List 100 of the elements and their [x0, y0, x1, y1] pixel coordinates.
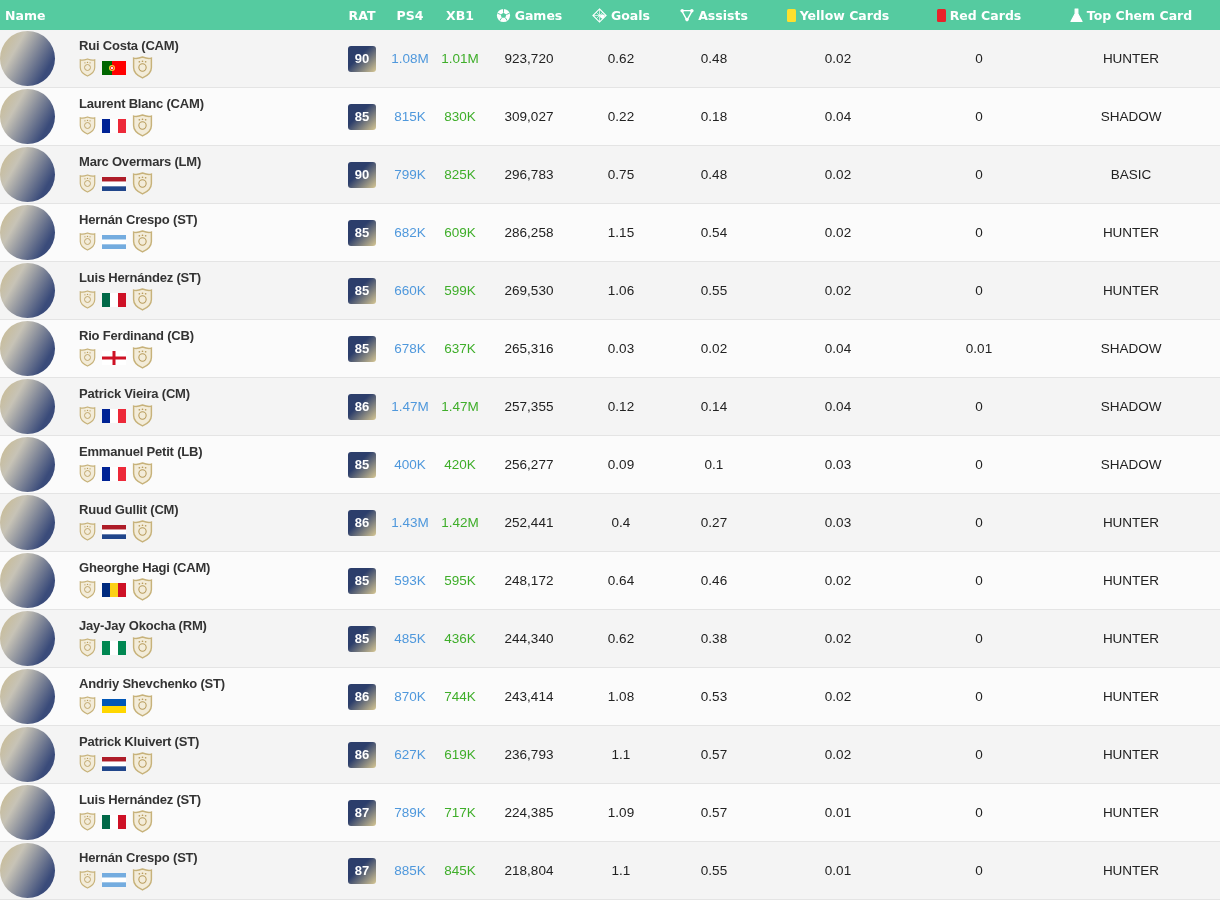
- booking-card-icon: [786, 8, 796, 22]
- photo-placeholder: [0, 31, 55, 86]
- chem-style: SHADOW: [1099, 457, 1163, 472]
- games-count: 286,258: [503, 225, 555, 240]
- player-row[interactable]: Hernán Crespo (ST) 87 885K 845K 218,804 1.1 0.55 0.01 0 HUNTER: [0, 842, 1220, 900]
- rating-badge: 85: [348, 625, 376, 652]
- photo-placeholder: [0, 205, 55, 260]
- bookings-value: 0.03: [823, 515, 853, 530]
- sendings-off-value: 0: [974, 747, 984, 762]
- player-row[interactable]: Hernán Crespo (ST) 85 682K 609K 286,258 1.15 0.54 0.02 0 HUNTER: [0, 204, 1220, 262]
- player-name[interactable]: Marc Overmars (LM): [79, 154, 202, 169]
- bookings-value: 0.02: [823, 631, 853, 646]
- player-name[interactable]: Rio Ferdinand (CB): [79, 328, 194, 343]
- icon-badge-icon: [79, 696, 96, 715]
- player-name[interactable]: Emmanuel Petit (LB): [79, 444, 203, 459]
- icon-badge-icon: [79, 406, 96, 425]
- sendings-off-value: 0.01: [964, 341, 994, 356]
- icon-badge-icon: [132, 172, 153, 195]
- player-row[interactable]: Emmanuel Petit (LB) 85 400K 420K 256,277 0.09 0.1 0.03 0 SHADOW: [0, 436, 1220, 494]
- photo-placeholder: [0, 321, 55, 376]
- sendings-off-value: 0: [974, 573, 984, 588]
- goals-value: 1.08: [606, 689, 636, 704]
- player-name[interactable]: Andriy Shevchenko (ST): [79, 676, 225, 691]
- assists-value: 0.57: [699, 805, 729, 820]
- icon-badge-icon: [132, 636, 153, 659]
- assists-value: 0.14: [699, 399, 729, 414]
- player-row[interactable]: Rui Costa (CAM) 90 1.08M 1.01M 923,720 0.62 0.48 0.02 0 HUNTER: [0, 30, 1220, 88]
- ps4-price: 400K: [393, 457, 427, 472]
- player-name[interactable]: Hernán Crespo (ST): [79, 850, 198, 865]
- bookings-value: 0.04: [823, 399, 853, 414]
- player-name[interactable]: Gheorghe Hagi (CAM): [79, 560, 211, 575]
- player-row[interactable]: Gheorghe Hagi (CAM) 85 593K 595K 248,172 0.64 0.46 0.02 0 HUNTER: [0, 552, 1220, 610]
- goals-value: 0.62: [606, 631, 636, 646]
- player-row[interactable]: Marc Overmars (LM) 90 799K 825K 296,783 0.75 0.48 0.02 0 BASIC: [0, 146, 1220, 204]
- chem-style: HUNTER: [1101, 863, 1161, 878]
- photo-placeholder: [0, 611, 55, 666]
- rating-badge: 85: [348, 103, 376, 130]
- icon-badge-icon: [79, 870, 96, 889]
- player-row[interactable]: Luis Hernández (ST) 85 660K 599K 269,530 1.06 0.55 0.02 0 HUNTER: [0, 262, 1220, 320]
- player-name[interactable]: Hernán Crespo (ST): [79, 212, 198, 227]
- rating-badge: 85: [348, 277, 376, 304]
- ps4-price: 627K: [393, 747, 427, 762]
- icon-badge-icon: [132, 868, 153, 891]
- sendings-off-value: 0: [974, 399, 984, 414]
- player-row[interactable]: Jay-Jay Okocha (RM) 85 485K 436K 244,340 0.62 0.38 0.02 0 HUNTER: [0, 610, 1220, 668]
- icon-badge-icon: [79, 638, 96, 657]
- flask-icon: [1069, 7, 1083, 23]
- goal-net-icon: [592, 7, 607, 23]
- player-name[interactable]: Rui Costa (CAM): [79, 38, 179, 53]
- games-count: 257,355: [503, 399, 555, 414]
- goals-value: 1.15: [606, 225, 636, 240]
- player-name[interactable]: Patrick Kluivert (ST): [79, 734, 200, 749]
- bookings-value: 0.03: [823, 457, 853, 472]
- player-row[interactable]: Luis Hernández (ST) 87 789K 717K 224,385 1.09 0.57 0.01 0 HUNTER: [0, 784, 1220, 842]
- xb1-price: 1.47M: [440, 399, 480, 414]
- player-row[interactable]: Ruud Gullit (CM) 86 1.43M 1.42M 252,441 0.4 0.27 0.03 0 HUNTER: [0, 494, 1220, 552]
- chem-style: HUNTER: [1101, 51, 1161, 66]
- player-name[interactable]: Laurent Blanc (CAM): [79, 96, 204, 111]
- player-name[interactable]: Patrick Vieira (CM): [79, 386, 190, 401]
- bookings-value: 0.01: [823, 805, 853, 820]
- player-row[interactable]: Andriy Shevchenko (ST) 86 870K 744K 243,414 1.08 0.53 0.02 0 HUNTER: [0, 668, 1220, 726]
- player-name[interactable]: Jay-Jay Okocha (RM): [79, 618, 207, 633]
- ps4-price: 678K: [393, 341, 427, 356]
- ps4-price: 485K: [393, 631, 427, 646]
- goals-value: 0.22: [606, 109, 636, 124]
- chem-style: BASIC: [1109, 167, 1153, 182]
- sendings-off-value: 0: [974, 689, 984, 704]
- photo-placeholder: [0, 553, 55, 608]
- games-count: 309,027: [503, 109, 555, 124]
- icon-badge-icon: [132, 752, 153, 775]
- player-name[interactable]: Luis Hernández (ST): [79, 270, 201, 285]
- player-row[interactable]: Laurent Blanc (CAM) 85 815K 830K 309,027 0.22 0.18 0.04 0 SHADOW: [0, 88, 1220, 146]
- assists-value: 0.57: [699, 747, 729, 762]
- player-name[interactable]: Luis Hernández (ST): [79, 792, 201, 807]
- player-name[interactable]: Ruud Gullit (CM): [79, 502, 179, 517]
- photo-placeholder: [0, 495, 55, 550]
- ps4-price: 1.08M: [390, 51, 430, 66]
- assists-value: 0.48: [699, 51, 729, 66]
- assists-value: 0.48: [699, 167, 729, 182]
- assists-value: 0.55: [699, 283, 729, 298]
- games-count: 265,316: [503, 341, 555, 356]
- assists-value: 0.02: [699, 341, 729, 356]
- player-row[interactable]: Patrick Kluivert (ST) 86 627K 619K 236,793 1.1 0.57 0.02 0 HUNTER: [0, 726, 1220, 784]
- player-row[interactable]: Patrick Vieira (CM) 86 1.47M 1.47M 257,355 0.12 0.14 0.04 0 SHADOW: [0, 378, 1220, 436]
- assists-value: 0.55: [699, 863, 729, 878]
- icon-badge-icon: [79, 232, 96, 251]
- assists-value: 0.53: [699, 689, 729, 704]
- rating-badge: 86: [348, 741, 376, 768]
- chem-style: HUNTER: [1101, 805, 1161, 820]
- sendings-off-value: 0: [974, 631, 984, 646]
- assists-value: 0.1: [703, 457, 725, 472]
- bookings-value: 0.02: [823, 689, 853, 704]
- games-count: 218,804: [503, 863, 555, 878]
- bookings-value: 0.02: [823, 573, 853, 588]
- sendings-off-value: 0: [974, 457, 984, 472]
- player-row[interactable]: Rio Ferdinand (CB) 85 678K 637K 265,316 0.03 0.02 0.04 0.01 SHADOW: [0, 320, 1220, 378]
- games-count: 923,720: [503, 51, 555, 66]
- chem-style: HUNTER: [1101, 225, 1161, 240]
- icon-badge-icon: [79, 116, 96, 135]
- xb1-price: 420K: [443, 457, 477, 472]
